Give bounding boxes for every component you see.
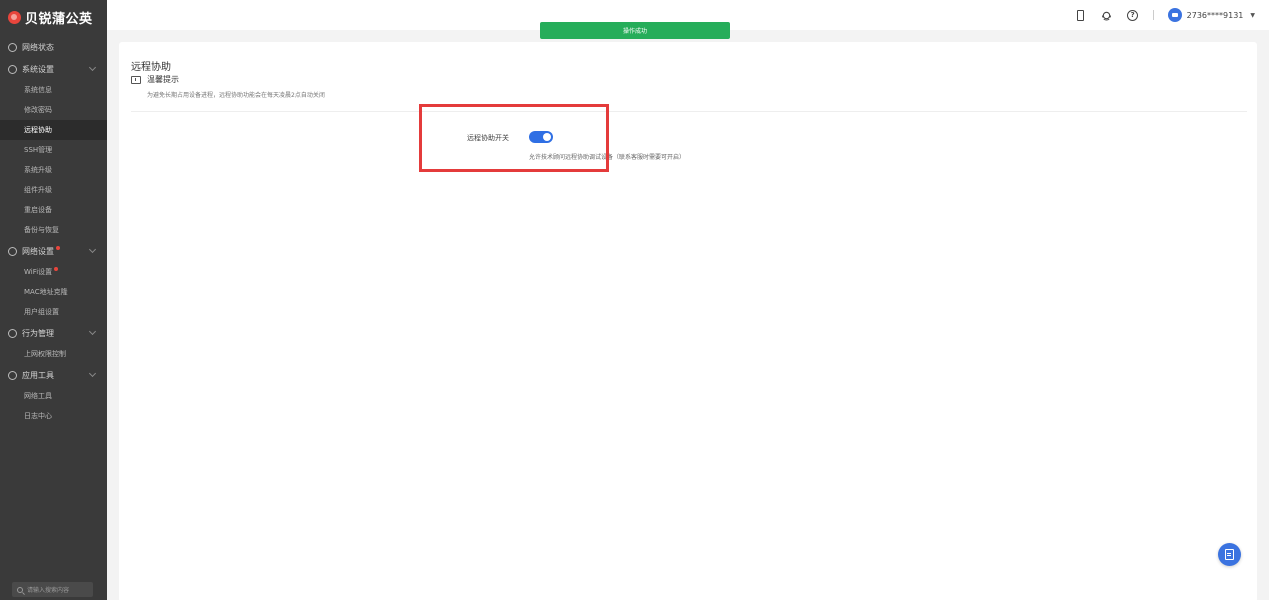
phone-icon[interactable] [1075,9,1087,21]
sidebar-group-network-status[interactable]: 网络状态 [0,36,107,58]
tip-title: 温馨提示 [147,75,179,84]
chevron-down-icon [88,63,97,72]
sidebar-group-label: 应用工具 [22,370,54,380]
brand-logo-icon [8,10,21,24]
sidebar-item-mac-clone[interactable]: MAC地址克隆 [0,282,107,302]
sidebar-item-system-upgrade[interactable]: 系统升级 [0,160,107,180]
behavior-icon [8,328,17,338]
search-placeholder: 请输入搜索内容 [27,587,70,594]
info-icon [131,75,141,84]
toggle-knob [543,133,551,141]
sidebar: 贝锐蒲公英 网络状态 系统设置 系统信息 修改密码 远程协助 SSH管理 系统升… [0,0,107,600]
remote-assist-toggle[interactable] [529,131,553,143]
sidebar-group-network-settings[interactable]: 网络设置 [0,240,107,262]
sidebar-item-backup[interactable]: 备份与恢复 [0,220,107,240]
sidebar-nav: 网络状态 系统设置 系统信息 修改密码 远程协助 SSH管理 系统升级 组件升级… [0,36,107,426]
tip-header: 温馨提示 [131,74,179,85]
sidebar-search-input[interactable]: 请输入搜索内容 [12,582,93,597]
user-account: 2736****9131 [1186,10,1244,20]
chevron-down-icon [88,245,97,254]
sidebar-item-label: WiFi设置 [24,268,53,276]
sidebar-item-change-password[interactable]: 修改密码 [0,100,107,120]
tools-icon [8,370,17,380]
topbar-divider [1152,10,1154,20]
sidebar-group-tools[interactable]: 应用工具 [0,364,107,386]
headset-icon[interactable] [1101,9,1113,21]
brand-name: 贝锐蒲公英 [25,11,93,27]
sidebar-group-behavior[interactable]: 行为管理 [0,322,107,344]
sidebar-group-label: 系统设置 [22,64,54,74]
divider [131,111,1247,112]
sidebar-item-ssh[interactable]: SSH管理 [0,140,107,160]
sidebar-item-access-control[interactable]: 上网权限控制 [0,344,107,364]
help-icon[interactable]: ? [1127,9,1139,21]
topbar-actions: ? 2736****9131 ▼ [1075,8,1255,22]
sidebar-item-system-info[interactable]: 系统信息 [0,80,107,100]
sidebar-group-system-settings[interactable]: 系统设置 [0,58,107,80]
remote-assist-switch-description: 允许技术顾问远程协助调试设备（联系客服时需要可开启） [529,154,686,161]
caret-down-icon: ▼ [1250,11,1255,19]
sidebar-item-wifi[interactable]: WiFi设置 [0,262,107,282]
sidebar-item-reboot[interactable]: 重启设备 [0,200,107,220]
document-icon [1225,549,1234,560]
notification-dot [54,267,59,271]
sidebar-item-component-upgrade[interactable]: 组件升级 [0,180,107,200]
chevron-down-icon [88,327,97,336]
sidebar-group-label: 网络状态 [22,42,54,52]
feedback-button[interactable] [1218,543,1241,566]
network-icon [8,246,17,256]
success-toast: 操作成功 [540,22,730,39]
highlight-box [419,104,609,172]
avatar [1167,8,1182,22]
search-icon [17,586,23,593]
sidebar-item-network-tools[interactable]: 网络工具 [0,386,107,406]
notification-dot [56,246,60,250]
user-menu[interactable]: 2736****9131 ▼ [1167,8,1255,22]
sidebar-group-label: 网络设置 [22,246,54,256]
remote-assist-switch-label: 远程协助开关 [467,134,509,142]
gear-icon [8,64,17,74]
sidebar-item-log-center[interactable]: 日志中心 [0,406,107,426]
brand[interactable]: 贝锐蒲公英 [0,0,107,34]
content-card: 远程协助 温馨提示 为避免长期占用设备进程，远程协助功能会在每天凌晨2点自动关闭… [119,42,1257,600]
sidebar-item-remote-assist[interactable]: 远程协助 [0,120,107,140]
tip-description: 为避免长期占用设备进程，远程协助功能会在每天凌晨2点自动关闭 [147,92,325,99]
page-title: 远程协助 [131,62,171,73]
sidebar-item-user-group[interactable]: 用户组设置 [0,302,107,322]
sidebar-group-label: 行为管理 [22,328,54,338]
chevron-down-icon [88,369,97,378]
globe-icon [8,42,17,52]
